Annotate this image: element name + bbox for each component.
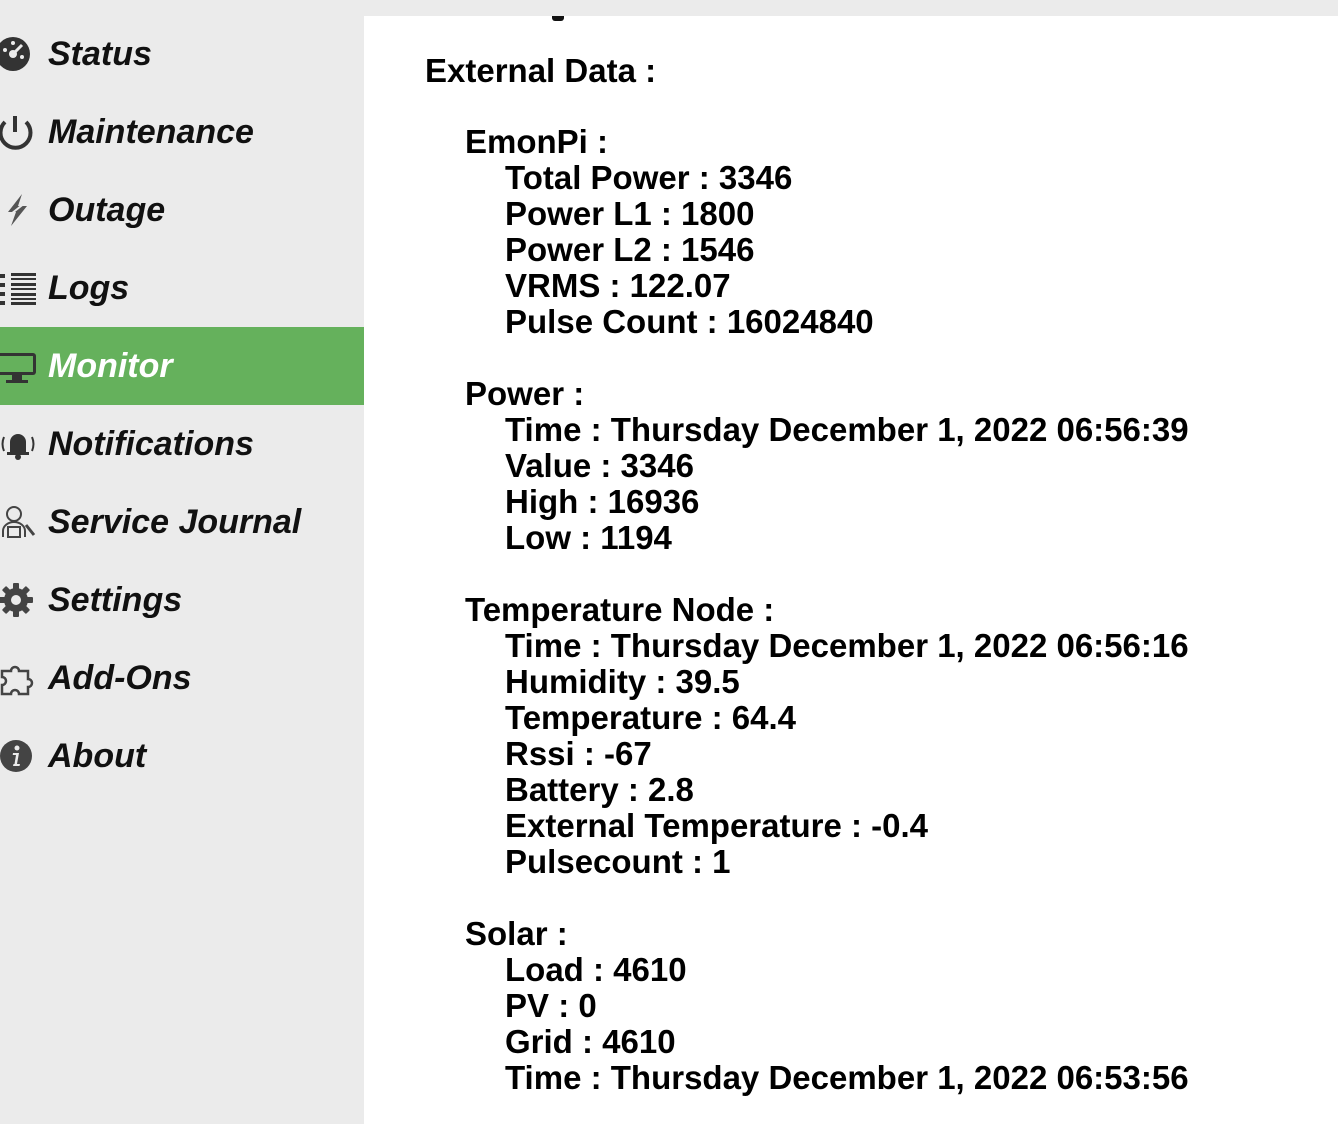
sidebar-item-label: Monitor xyxy=(48,346,173,385)
group-solar: Solar : Load : 4610 PV : 0 Grid : 4610 T… xyxy=(465,916,1189,1096)
sidebar-item-label: Status xyxy=(48,34,152,73)
sidebar-item-add-ons[interactable]: Add-Ons xyxy=(0,639,364,717)
field-load: Load : 4610 xyxy=(505,951,687,988)
group-title: EmonPi : xyxy=(465,123,609,160)
field-external-temperature: External Temperature : -0.4 xyxy=(505,807,929,844)
field-grid: Grid : 4610 xyxy=(505,1023,676,1060)
sidebar-item-label: Outage xyxy=(48,190,166,229)
speedometer-icon xyxy=(0,37,30,71)
field-value: Value : 3346 xyxy=(505,447,694,484)
field-pulse-count: Pulse Count : 16024840 xyxy=(505,303,874,340)
field-time: Time : Thursday December 1, 2022 06:56:3… xyxy=(505,411,1189,448)
sidebar-item-outage[interactable]: Outage xyxy=(0,171,364,249)
sidebar-item-logs[interactable]: Logs xyxy=(0,249,364,327)
sidebar-item-label: Logs xyxy=(48,268,130,307)
sidebar-item-maintenance[interactable]: Maintenance xyxy=(0,93,364,171)
field-time: Time : Thursday December 1, 2022 06:56:1… xyxy=(505,627,1189,664)
group-power: Power : Time : Thursday December 1, 2022… xyxy=(465,376,1189,556)
power-icon xyxy=(0,116,33,150)
main-content: External Data : EmonPi : Total Power : 3… xyxy=(364,16,1338,1124)
sidebar: Status Maintenance Outage Logs Monitor N… xyxy=(0,0,364,1124)
group-emonpi: EmonPi : Total Power : 3346 Power L1 : 1… xyxy=(465,124,874,340)
sidebar-item-status[interactable]: Status xyxy=(0,15,364,93)
clipped-text-fragment xyxy=(552,16,564,21)
group-title: Solar : xyxy=(465,915,568,952)
lightning-off-icon xyxy=(1,194,31,226)
sidebar-item-label: Settings xyxy=(48,580,183,619)
gear-icon xyxy=(0,583,33,617)
sidebar-item-monitor[interactable]: Monitor xyxy=(0,327,364,405)
sidebar-item-label: Notifications xyxy=(48,424,254,463)
technician-icon xyxy=(2,506,36,538)
sidebar-item-notifications[interactable]: Notifications xyxy=(0,405,364,483)
field-pv: PV : 0 xyxy=(505,987,597,1024)
group-title: Power : xyxy=(465,375,585,412)
field-humidity: Humidity : 39.5 xyxy=(505,663,740,700)
sidebar-item-about[interactable]: About xyxy=(0,717,364,795)
field-power-l2: Power L2 : 1546 xyxy=(505,231,755,268)
field-low: Low : 1194 xyxy=(505,519,672,556)
sidebar-item-label: About xyxy=(48,736,147,775)
sidebar-item-label: Service Journal xyxy=(48,502,302,541)
sidebar-item-label: Maintenance xyxy=(48,112,254,151)
bell-icon xyxy=(1,434,35,460)
puzzle-icon xyxy=(0,665,34,696)
field-battery: Battery : 2.8 xyxy=(505,771,694,808)
field-pulsecount: Pulsecount : 1 xyxy=(505,843,731,880)
monitor-icon xyxy=(0,353,36,383)
group-title: Temperature Node : xyxy=(465,591,775,628)
sidebar-item-service-journal[interactable]: Service Journal xyxy=(0,483,364,561)
sidebar-item-settings[interactable]: Settings xyxy=(0,561,364,639)
info-icon xyxy=(0,740,32,772)
field-vrms: VRMS : 122.07 xyxy=(505,267,731,304)
field-rssi: Rssi : -67 xyxy=(505,735,652,772)
group-temperature-node: Temperature Node : Time : Thursday Decem… xyxy=(465,592,1189,880)
field-power-l1: Power L1 : 1800 xyxy=(505,195,755,232)
sidebar-item-label: Add-Ons xyxy=(48,658,192,697)
field-temperature: Temperature : 64.4 xyxy=(505,699,797,736)
list-icon xyxy=(0,273,36,305)
field-total-power: Total Power : 3346 xyxy=(505,159,793,196)
field-high: High : 16936 xyxy=(505,483,700,520)
page-title: External Data : xyxy=(425,52,657,89)
field-time: Time : Thursday December 1, 2022 06:53:5… xyxy=(505,1059,1189,1096)
